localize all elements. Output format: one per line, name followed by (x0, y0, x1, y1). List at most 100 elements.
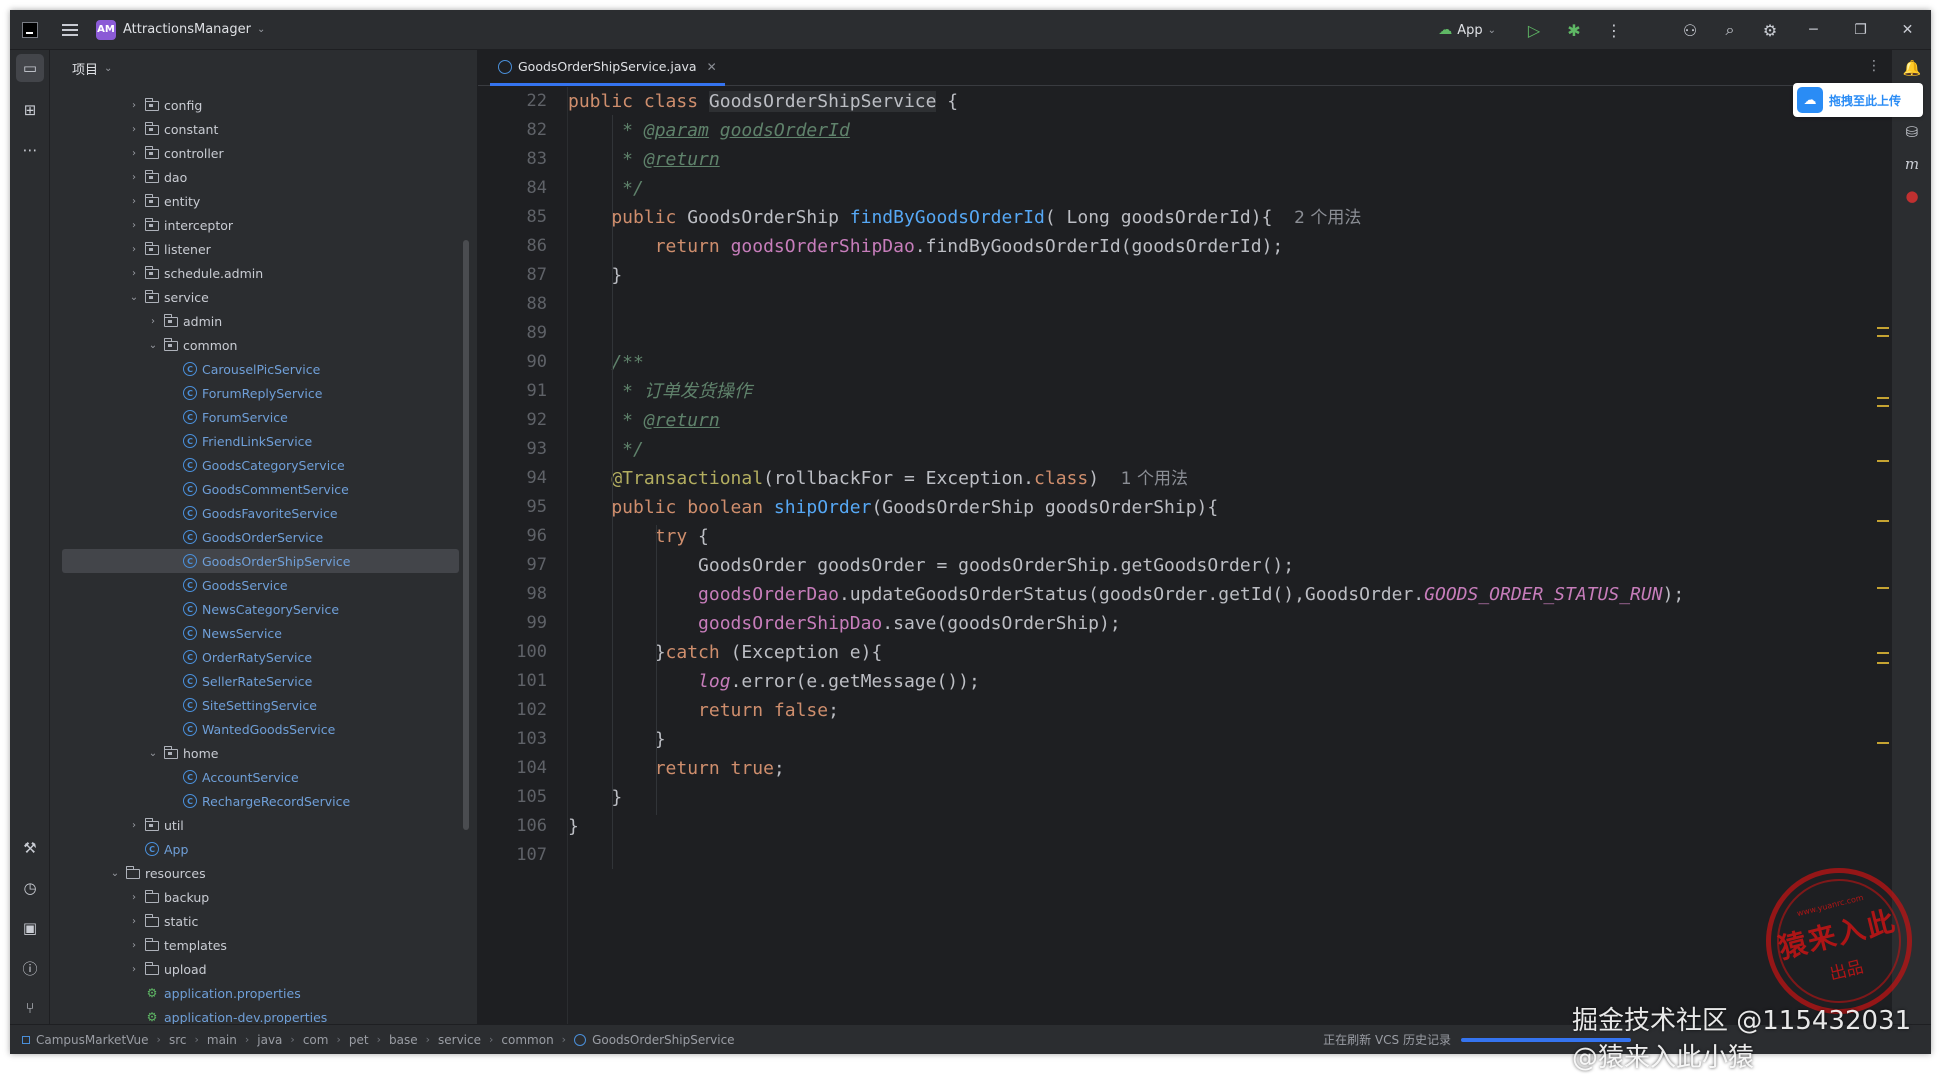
warning-marker[interactable] (1877, 327, 1889, 329)
tree-folder[interactable]: › config (50, 93, 470, 117)
tree-folder[interactable]: › constant (50, 117, 470, 141)
run-icon[interactable]: ▷ (1514, 21, 1554, 40)
project-panel-header[interactable]: 项目 ⌄ (50, 50, 477, 86)
code-line[interactable]: * @return (568, 406, 720, 435)
line-number[interactable]: 100 (516, 638, 547, 667)
tab-goods-order-ship-service[interactable]: GoodsOrderShipService.java ✕ (490, 50, 725, 86)
warning-marker[interactable] (1877, 460, 1889, 462)
project-selector[interactable]: AM AttractionsManager ⌄ (96, 19, 265, 40)
tab-more-icon[interactable]: ⋮ (1867, 58, 1881, 74)
breadcrumb-item[interactable]: base (389, 1033, 418, 1047)
tree-folder[interactable]: › upload (50, 957, 470, 981)
tree-folder[interactable]: › schedule.admin (50, 261, 470, 285)
main-menu-icon[interactable] (62, 23, 78, 36)
chevron-down-icon[interactable]: ⌄ (127, 292, 141, 303)
breadcrumb-item[interactable]: main (207, 1033, 237, 1047)
tree-folder[interactable]: › listener (50, 237, 470, 261)
line-number[interactable]: 92 (527, 406, 547, 435)
breadcrumb-item[interactable]: com (303, 1033, 329, 1047)
line-number[interactable]: 82 (527, 116, 547, 145)
chevron-right-icon[interactable]: › (127, 892, 141, 903)
add-user-icon[interactable]: ⚇ (1670, 21, 1710, 40)
more-tools-icon[interactable]: ⋯ (16, 136, 44, 164)
problems-icon[interactable]: ⓘ (16, 954, 44, 982)
breadcrumb-item[interactable]: pet (349, 1033, 369, 1047)
chevron-right-icon[interactable]: › (127, 916, 141, 927)
line-number[interactable]: 107 (516, 841, 547, 870)
warning-marker[interactable] (1877, 520, 1889, 522)
tree-folder[interactable]: ⌄ resources (50, 861, 470, 885)
tree-folder[interactable]: › admin (50, 309, 470, 333)
tree-file[interactable]: C SiteSettingService (50, 693, 470, 717)
code-line[interactable]: * @return (568, 145, 720, 174)
code-line[interactable]: public GoodsOrderShip findByGoodsOrderId… (568, 203, 1361, 232)
search-icon[interactable]: ⌕ (1710, 20, 1750, 40)
tree-folder[interactable]: › templates (50, 933, 470, 957)
tree-file[interactable]: C NewsCategoryService (50, 597, 470, 621)
project-panel-scrollbar[interactable] (463, 240, 469, 830)
code-line[interactable]: }catch (Exception e){ (568, 638, 883, 667)
line-number[interactable]: 22 (527, 87, 547, 116)
chevron-right-icon[interactable]: › (127, 820, 141, 831)
tree-file[interactable]: C ForumReplyService (50, 381, 470, 405)
tree-folder[interactable]: › backup (50, 885, 470, 909)
breadcrumb-item[interactable]: common (501, 1033, 553, 1047)
chevron-down-icon[interactable]: ⌄ (146, 340, 160, 351)
notifications-bell-icon[interactable]: 🔔 (1898, 54, 1926, 82)
line-number[interactable]: 102 (516, 696, 547, 725)
code-line[interactable]: @Transactional(rollbackFor = Exception.c… (568, 464, 1188, 493)
line-number[interactable]: 83 (527, 145, 547, 174)
more-actions-icon[interactable]: ⋮ (1594, 21, 1634, 40)
line-number[interactable]: 94 (527, 464, 547, 493)
breadcrumb-item[interactable]: java (257, 1033, 282, 1047)
line-number[interactable]: 89 (527, 319, 547, 348)
warning-marker[interactable] (1877, 405, 1889, 407)
chevron-right-icon[interactable]: › (127, 244, 141, 255)
code-line[interactable]: try { (568, 522, 709, 551)
line-number[interactable]: 90 (527, 348, 547, 377)
code-line[interactable]: public boolean shipOrder(GoodsOrderShip … (568, 493, 1218, 522)
line-number[interactable]: 86 (527, 232, 547, 261)
code-line[interactable]: goodsOrderDao.updateGoodsOrderStatus(goo… (568, 580, 1684, 609)
code-line[interactable]: */ (568, 435, 644, 464)
code-line[interactable]: /** (568, 348, 644, 377)
line-number[interactable]: 97 (527, 551, 547, 580)
line-number[interactable]: 103 (516, 725, 547, 754)
tree-file[interactable]: C GoodsOrderService (50, 525, 470, 549)
debug-icon[interactable]: ✱ (1554, 21, 1594, 40)
breadcrumb-item[interactable]: CampusMarketVue (36, 1033, 149, 1047)
code-area[interactable]: public class GoodsOrderShipService { * @… (568, 87, 1877, 1024)
line-number[interactable]: 88 (527, 290, 547, 319)
tree-file[interactable]: C CarouselPicService (50, 357, 470, 381)
tree-folder[interactable]: ⌄ service (50, 285, 470, 309)
line-number[interactable]: 104 (516, 754, 547, 783)
warning-marker[interactable] (1877, 335, 1889, 337)
line-number[interactable]: 105 (516, 783, 547, 812)
code-line[interactable]: return false; (568, 696, 839, 725)
warning-marker[interactable] (1877, 652, 1889, 654)
tree-file[interactable]: C RechargeRecordService (50, 789, 470, 813)
tree-folder[interactable]: › dao (50, 165, 470, 189)
chevron-right-icon[interactable]: › (127, 964, 141, 975)
line-number[interactable]: 106 (516, 812, 547, 841)
tree-file[interactable]: C GoodsOrderShipService (62, 549, 459, 573)
settings-gear-icon[interactable]: ⚙ (1750, 21, 1790, 40)
line-number[interactable]: 87 (527, 261, 547, 290)
line-number[interactable]: 98 (527, 580, 547, 609)
chevron-down-icon[interactable]: ⌄ (108, 868, 122, 879)
close-tab-icon[interactable]: ✕ (707, 60, 717, 74)
code-line[interactable]: log.error(e.getMessage()); (568, 667, 980, 696)
code-line[interactable]: } (568, 812, 579, 841)
tree-file[interactable]: C GoodsCategoryService (50, 453, 470, 477)
line-number[interactable]: 91 (527, 377, 547, 406)
tree-folder[interactable]: › interceptor (50, 213, 470, 237)
tree-file[interactable]: ⚙ application-dev.properties (50, 1005, 470, 1025)
project-folder-icon[interactable]: ▭ (16, 54, 44, 82)
tree-folder[interactable]: › controller (50, 141, 470, 165)
tree-file[interactable]: C OrderRatyService (50, 645, 470, 669)
breadcrumb-item[interactable]: src (169, 1033, 187, 1047)
tree-file[interactable]: C GoodsCommentService (50, 477, 470, 501)
run-config-selector[interactable]: ☁ App ⌄ (1438, 22, 1496, 38)
tree-file[interactable]: C FriendLinkService (50, 429, 470, 453)
minimize-button[interactable]: ─ (1790, 22, 1837, 38)
